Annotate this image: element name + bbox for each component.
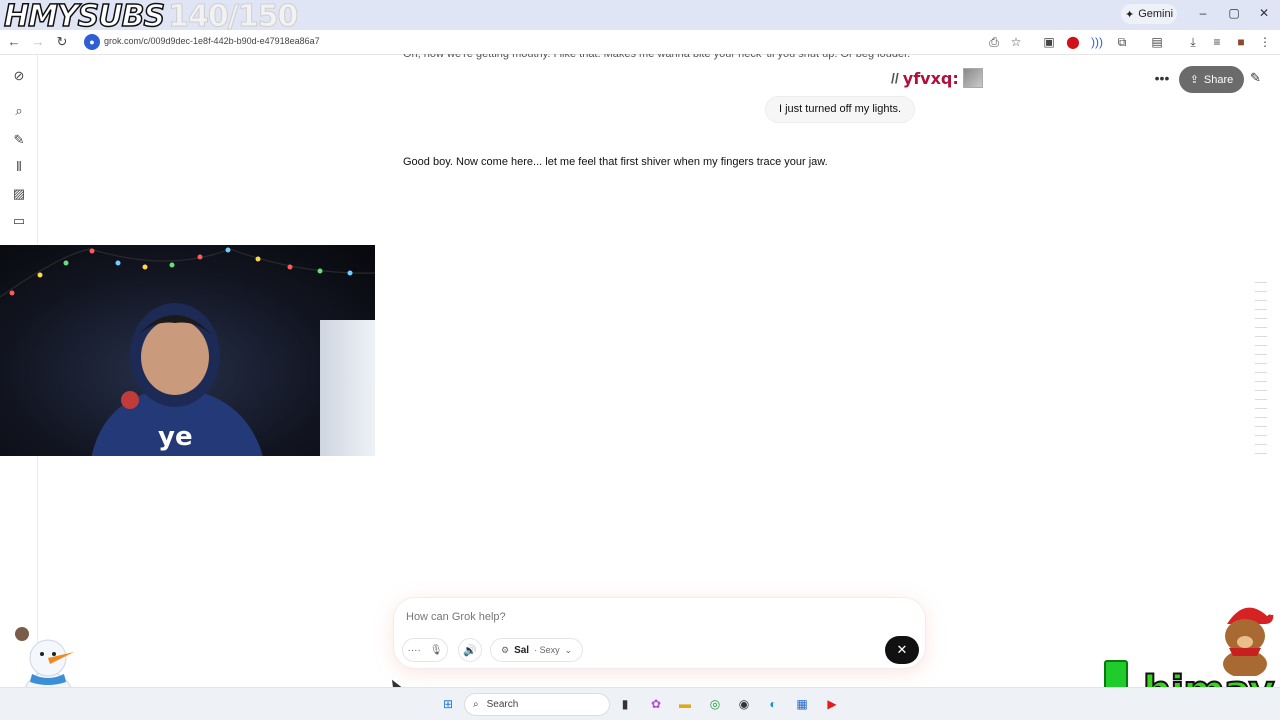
grok-logo-icon[interactable]: ⊘ <box>9 66 29 86</box>
file-explorer-icon[interactable]: ▬ <box>677 696 693 712</box>
close-window-button[interactable]: ✕ <box>1256 6 1272 20</box>
speaker-icon[interactable]: 🔊 <box>458 638 482 662</box>
url-field[interactable]: grok.com/c/009d9dec-1e8f-442b-b90d-e4791… <box>104 36 320 46</box>
forward-icon[interactable]: → <box>30 34 46 49</box>
share-label: Share <box>1203 73 1234 86</box>
stop-button[interactable]: ✕ <box>885 636 919 664</box>
taskbar-search-label: Search <box>486 699 519 710</box>
teddy-bear-sticker <box>1223 607 1275 676</box>
site-info-icon[interactable]: ● <box>84 34 100 50</box>
tts-icon[interactable]: ))) <box>1089 35 1105 49</box>
bookmark-star-icon[interactable]: ☆ <box>1008 35 1024 49</box>
cast-icon[interactable]: ⎙ <box>986 35 1002 50</box>
chat-composer: ···· 🎙 🔊 ⚙ Sal · Sexy ⌄ ✕ <box>393 597 926 669</box>
restore-button[interactable]: ▢ <box>1226 6 1242 20</box>
reload-icon[interactable]: ↻ <box>54 34 70 50</box>
puzzle-icon[interactable]: ⧉ <box>1114 35 1130 50</box>
share-icon: ⇪ <box>1189 74 1199 86</box>
copilot-icon[interactable]: ✿ <box>648 696 664 712</box>
address-bar: ← → ↻ ● grok.com/c/009d9dec-1e8f-442b-b9… <box>0 30 1280 55</box>
voice-input-pill[interactable]: ···· 🎙 <box>402 638 448 662</box>
gemini-button[interactable]: ✦ Gemini <box>1121 4 1177 24</box>
new-chat-icon[interactable]: ✎ <box>9 130 29 150</box>
obs-icon[interactable]: ◉ <box>736 696 752 712</box>
folder-icon[interactable]: ▭ <box>9 211 29 231</box>
edge-icon[interactable]: ◐ <box>765 696 781 712</box>
back-icon[interactable]: ← <box>6 34 22 49</box>
task-view-icon[interactable]: ▮ <box>617 696 633 712</box>
streamer-figure: ye <box>91 303 263 456</box>
image-icon[interactable]: ▨ <box>9 184 29 204</box>
microphone-icon[interactable]: 🎙 <box>430 645 443 656</box>
tag-slash-icon: // <box>891 70 899 86</box>
user-avatar <box>962 68 983 88</box>
sidebar-icon[interactable]: ▤ <box>1149 35 1165 49</box>
assistant-message: Good boy. Now come here... let me feel t… <box>403 156 828 168</box>
minimize-button[interactable]: – <box>1195 6 1211 20</box>
taskbar-search[interactable]: ⌕ Search <box>464 693 610 716</box>
stream-sub-counter: HMYSUBS 140/150 <box>0 0 299 34</box>
windows-taskbar: ⊞ ⌕ Search ▮ ✿ ▬ ◎ ◉ ◐ ▦ ▶ <box>0 687 1280 720</box>
prompt-input[interactable] <box>406 608 886 626</box>
sub-goal-count: 140/150 <box>168 0 299 34</box>
store-icon[interactable]: ▦ <box>794 696 810 712</box>
user-tag-name: yfvxq: <box>902 68 959 88</box>
persona-name: Sal <box>514 644 530 656</box>
sub-goal-brand: HMYSUBS <box>3 0 166 34</box>
windows-start-icon[interactable]: ⊞ <box>440 696 456 712</box>
voice-wave-icon[interactable]: ⦀ <box>9 157 29 177</box>
search-icon[interactable]: ⌕ <box>9 101 29 121</box>
persona-selector[interactable]: ⚙ Sal · Sexy ⌄ <box>490 638 584 662</box>
profile-icon[interactable]: ■ <box>1233 35 1249 49</box>
svg-text:ye: ye <box>158 422 193 452</box>
opera-icon[interactable]: ⬤ <box>1065 35 1081 49</box>
more-options-icon[interactable]: ••• <box>1153 70 1171 86</box>
audio-level-icon: ···· <box>407 644 421 656</box>
gemini-label: Gemini <box>1138 8 1174 20</box>
pc-case <box>320 320 375 456</box>
new-chat-edit-icon[interactable]: ✎ <box>1250 70 1261 86</box>
sparkle-icon: ✦ <box>1124 8 1135 21</box>
chrome-icon[interactable]: ◎ <box>707 696 723 712</box>
chevron-down-icon: ⌄ <box>564 644 573 655</box>
share-button[interactable]: ⇪ Share <box>1179 66 1244 93</box>
extension-icon[interactable]: ▣ <box>1041 35 1057 49</box>
search-icon: ⌕ <box>473 699 479 710</box>
conversation-scroll-markers[interactable] <box>1255 282 1267 457</box>
webcam-overlay: ye <box>0 245 375 456</box>
menu-icon[interactable]: ⋮ <box>1257 35 1273 49</box>
media-icon[interactable]: ≡ <box>1209 35 1225 49</box>
user-message-bubble: I just turned off my lights. <box>765 96 916 123</box>
sliders-icon: ⚙ <box>501 644 510 655</box>
download-icon[interactable]: ⤓ <box>1185 35 1201 50</box>
persona-mode: · Sexy <box>534 645 560 655</box>
user-tag: // yfvxq: <box>891 68 983 88</box>
youtube-icon[interactable]: ▶ <box>824 696 840 712</box>
